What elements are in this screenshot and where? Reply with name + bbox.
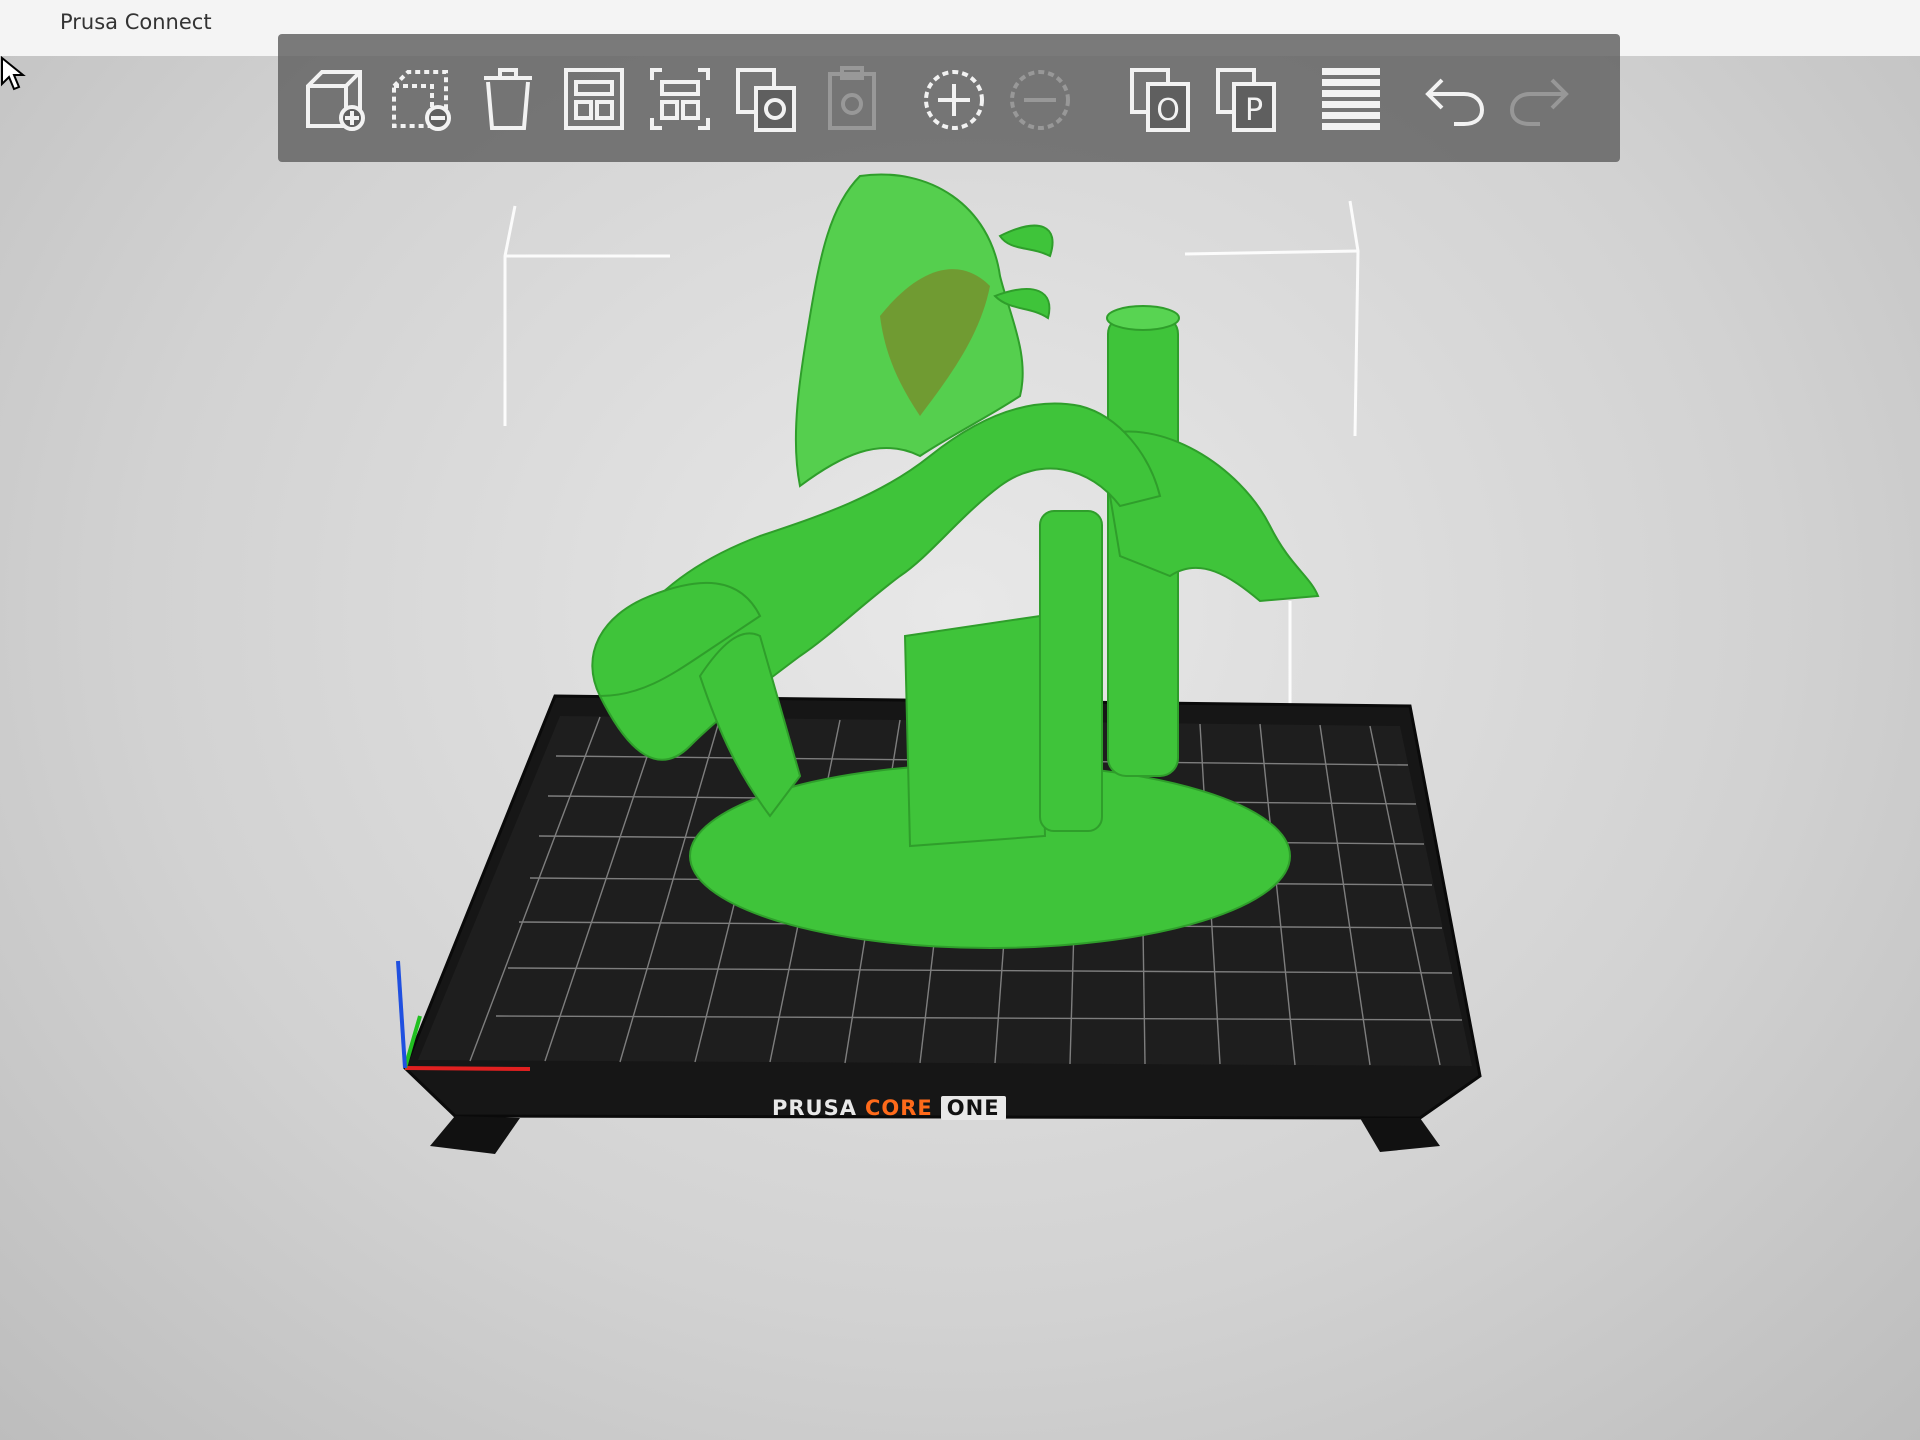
mouse-cursor-icon: [0, 56, 26, 91]
remove-instance-button[interactable]: [1004, 60, 1076, 138]
layers-button[interactable]: [1314, 60, 1386, 138]
undo-button[interactable]: [1418, 60, 1490, 138]
bed-brand-prusa: PRUSA: [772, 1096, 857, 1120]
paste-button[interactable]: [816, 60, 888, 138]
bed-brand-core: CORE: [865, 1096, 933, 1120]
delete-button[interactable]: [472, 60, 544, 138]
split-parts-icon: P: [1216, 68, 1276, 132]
add-object-button[interactable]: [300, 60, 372, 138]
split-to-objects-button[interactable]: O: [1124, 60, 1196, 138]
scene: [396, 173, 1482, 1154]
arrange-button[interactable]: [558, 60, 630, 138]
bed-brand-one: ONE: [940, 1096, 1006, 1120]
toolbar: O P: [278, 34, 1620, 162]
split-parts-letter: P: [1245, 93, 1263, 128]
cube-minus-icon: [392, 70, 451, 131]
undo-arrow-icon: [1425, 78, 1485, 126]
remove-object-button[interactable]: [386, 60, 458, 138]
add-instance-button[interactable]: [918, 60, 990, 138]
arrange-selection-button[interactable]: [644, 60, 716, 138]
paste-icon: [828, 66, 876, 130]
z-axis-line: [396, 960, 407, 1069]
copy-icon: [736, 68, 796, 132]
layers-icon: [1322, 68, 1380, 130]
minus-circle-icon: [1010, 70, 1070, 130]
bed-brand-label: PRUSA CORE ONE: [772, 1096, 1006, 1122]
split-to-parts-button[interactable]: P: [1210, 60, 1282, 138]
redo-button[interactable]: [1504, 60, 1576, 138]
arrange-selection-icon: [650, 68, 710, 130]
arrange-icon: [564, 68, 624, 130]
3d-viewport[interactable]: PRUSA CORE ONE: [0, 56, 1920, 1440]
redo-arrow-icon: [1509, 78, 1569, 126]
plus-circle-icon: [924, 70, 984, 130]
model-dragon[interactable]: [591, 173, 1320, 949]
split-objects-letter: O: [1156, 93, 1180, 128]
app-title: Prusa Connect: [60, 10, 212, 34]
model-tree: [903, 614, 1047, 848]
split-objects-icon: O: [1130, 68, 1190, 132]
model-pillar: [1039, 510, 1103, 832]
copy-button[interactable]: [730, 60, 802, 138]
cube-plus-icon: [306, 70, 365, 131]
x-axis-line: [404, 1066, 531, 1071]
trash-icon: [484, 68, 532, 130]
